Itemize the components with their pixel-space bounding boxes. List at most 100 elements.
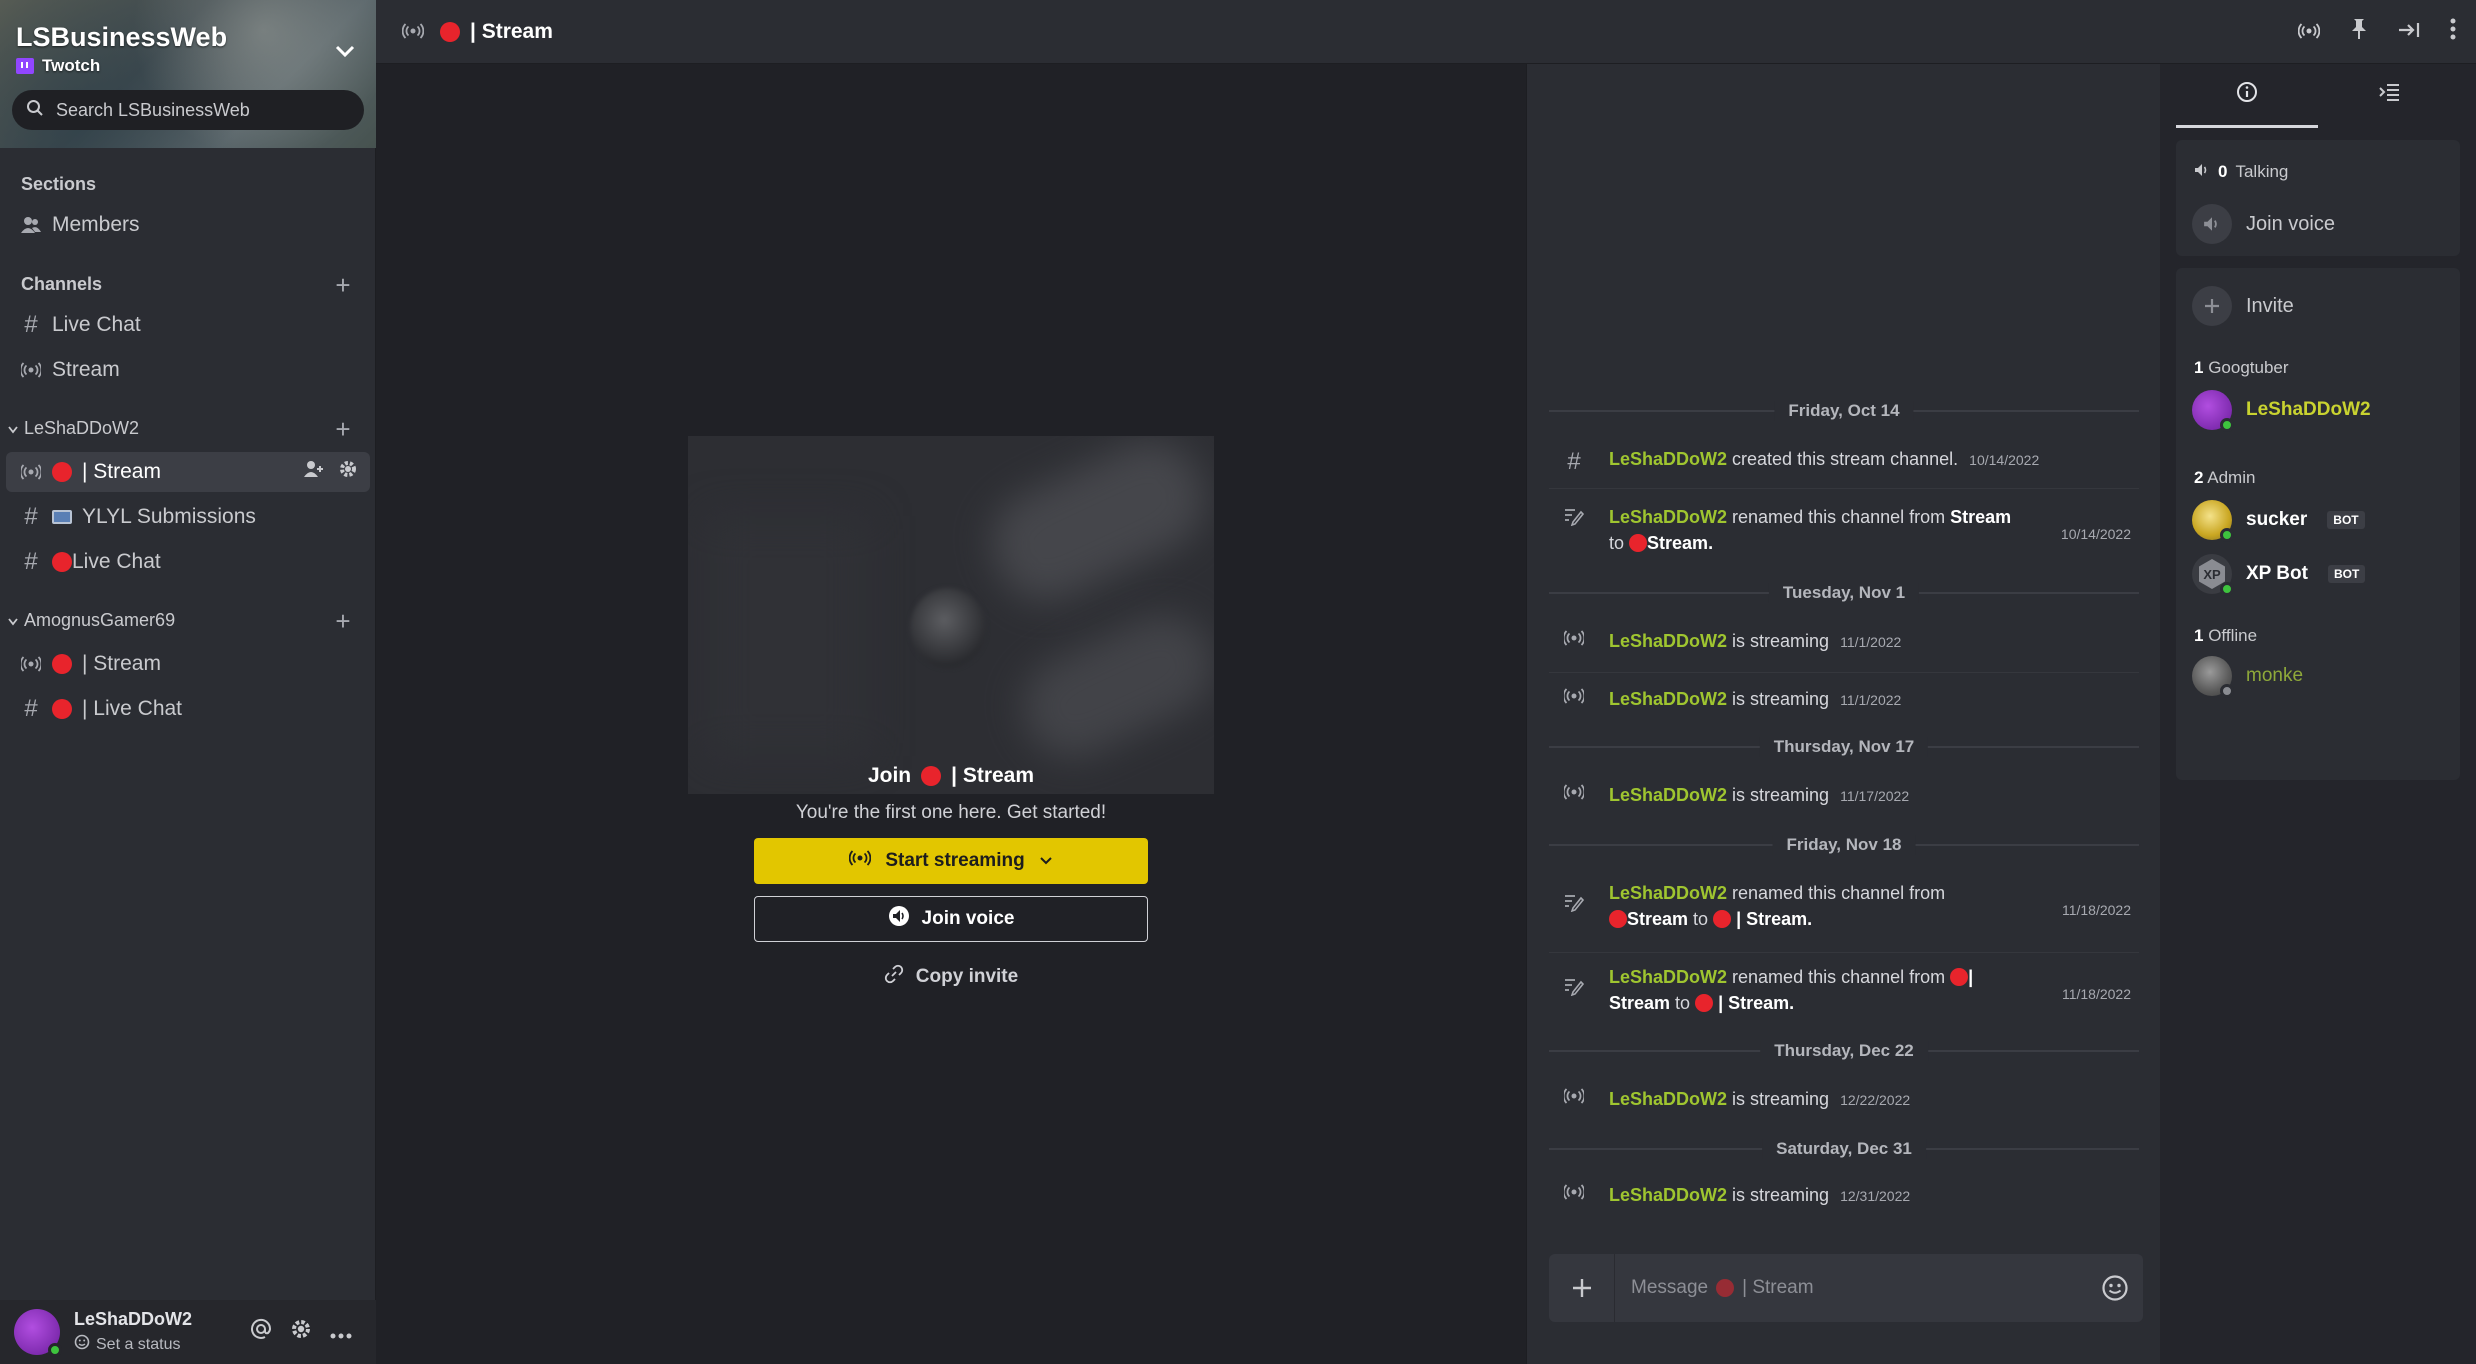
message-timestamp: 12/22/2022 [1840, 1092, 1911, 1108]
new-channel-name: Stream. [1647, 533, 1714, 553]
add-channel-button[interactable]: + [331, 606, 355, 636]
members-label: Members [52, 213, 140, 236]
stream-stage: Join | Stream You're the first one here.… [376, 64, 1526, 1364]
sidebar-item-members[interactable]: Members [6, 205, 370, 245]
live-dot-icon [1713, 910, 1732, 928]
date-label: Thursday, Dec 22 [1760, 1041, 1928, 1061]
sidebar-item-live-chat[interactable]: # Live Chat [6, 305, 370, 345]
start-streaming-button[interactable]: Start streaming [754, 838, 1148, 884]
group-leshaddow2[interactable]: LeShaDDoW2 [8, 418, 139, 439]
members-card: Invite 1 Googtuber LeShaDDoW2 2 Admin su… [2176, 268, 2460, 780]
emoji-button[interactable] [2087, 1274, 2143, 1302]
member-item[interactable]: sucker BOT [2192, 500, 2365, 542]
broadcast-icon [1549, 1182, 1599, 1200]
group-amognusgamer69[interactable]: AmognusGamer69 [8, 610, 175, 631]
search-box[interactable] [12, 90, 364, 130]
member-item[interactable]: LeShaDDoW2 [2192, 390, 2371, 432]
join-channel: | Stream [951, 764, 1035, 787]
message-text: is streaming [1732, 631, 1830, 651]
channel-label: YLYL Submissions [82, 505, 256, 528]
broadcast-icon [1549, 628, 1599, 646]
role-header: 1 Googtuber [2194, 358, 2289, 378]
hash-icon: # [24, 695, 38, 722]
channel-title: | Stream [470, 19, 553, 43]
gear-icon[interactable] [338, 459, 358, 485]
role-header: 1 Offline [2194, 626, 2257, 646]
join-title: Join | Stream [376, 764, 1526, 788]
message-body: LeShaDDoW2 is streaming 12/22/2022 [1599, 1086, 2139, 1113]
old-channel-name: Stream [1627, 909, 1689, 929]
channel-label: | Stream [82, 460, 161, 483]
sidebar-item-live-chat-2[interactable]: # Live Chat [6, 542, 370, 582]
collapse-panel-icon[interactable] [2398, 19, 2420, 45]
more-vertical-icon[interactable] [2450, 18, 2456, 46]
tab-outline[interactable] [2318, 64, 2460, 128]
add-channel-button[interactable]: + [331, 414, 355, 444]
broadcast-icon[interactable] [2297, 19, 2321, 45]
add-channel-button[interactable]: + [331, 270, 355, 300]
user-meta: LeShaDDoW2 Set a status [74, 1309, 192, 1355]
member-item[interactable]: XP XP Bot BOT [2192, 554, 2366, 596]
message-author[interactable]: LeShaDDoW2 [1609, 785, 1727, 805]
add-member-icon[interactable] [304, 460, 324, 484]
member-item[interactable]: monke [2192, 656, 2303, 698]
message-separator [1549, 672, 2139, 673]
member-name: XP Bot [2246, 563, 2308, 584]
search-input[interactable] [56, 99, 336, 121]
attach-button[interactable] [1549, 1254, 1615, 1322]
sidebar-item-live-chat-3[interactable]: # | Live Chat [6, 689, 370, 729]
message-author[interactable]: LeShaDDoW2 [1609, 689, 1727, 709]
message-author[interactable]: LeShaDDoW2 [1609, 631, 1727, 651]
message-input[interactable]: Message | Stream [1615, 1277, 2087, 1299]
old-channel-name: Stream [1609, 993, 1671, 1013]
message-author[interactable]: LeShaDDoW2 [1609, 1089, 1727, 1109]
sidebar-item-ylyl[interactable]: # YLYL Submissions [6, 497, 370, 537]
placeholder-channel: | Stream [1742, 1277, 1814, 1298]
avatar[interactable] [14, 1309, 62, 1357]
join-prefix: Join [867, 764, 912, 787]
copy-invite-button[interactable]: Copy invite [376, 964, 1526, 990]
mention-icon[interactable] [250, 1318, 272, 1346]
message-body: LeShaDDoW2 is streaming 11/17/2022 [1599, 782, 2139, 809]
live-dot-icon [1629, 534, 1648, 552]
tab-info[interactable] [2176, 64, 2318, 128]
join-voice-button[interactable]: Join voice [754, 896, 1148, 942]
members-panel: 0 Talking Join voice Invite 1 Googtuber … [2160, 64, 2476, 1364]
message-text: renamed this channel from [1732, 967, 1946, 987]
message-text: is streaming [1732, 1089, 1830, 1109]
message-timestamp: 11/18/2022 [2061, 986, 2131, 1002]
server-header[interactable]: LSBusinessWeb Twotch [0, 0, 376, 148]
live-dot-icon [52, 654, 72, 674]
gear-icon[interactable] [290, 1318, 312, 1346]
message-author[interactable]: LeShaDDoW2 [1609, 883, 1727, 903]
user-name: LeShaDDoW2 [74, 1309, 193, 1329]
pin-icon[interactable] [2350, 18, 2368, 46]
talking-label: Talking [2235, 162, 2289, 181]
join-voice-label: Join voice [2246, 212, 2335, 235]
role-count: 1 [2194, 358, 2204, 377]
sidebar-item-stream[interactable]: Stream [6, 350, 370, 390]
message-composer[interactable]: Message | Stream [1549, 1254, 2143, 1322]
chevron-down-icon [8, 418, 18, 439]
new-channel-name: | Stream. [1718, 993, 1795, 1013]
message-author[interactable]: LeShaDDoW2 [1609, 507, 1727, 527]
sidebar-item-stream-active[interactable]: | Stream [6, 452, 370, 492]
user-bar: LeShaDDoW2 Set a status [0, 1300, 376, 1364]
topbar-actions [2297, 18, 2456, 46]
date-divider: Thursday, Dec 22 [1549, 1041, 2139, 1061]
more-icon[interactable] [330, 1319, 352, 1345]
message-author[interactable]: LeShaDDoW2 [1609, 449, 1727, 469]
message-author[interactable]: LeShaDDoW2 [1609, 1185, 1727, 1205]
sidebar-item-stream-3[interactable]: | Stream [6, 644, 370, 684]
date-label: Friday, Oct 14 [1774, 401, 1914, 421]
message-author[interactable]: LeShaDDoW2 [1609, 967, 1727, 987]
broadcast-icon [1549, 1086, 1599, 1104]
join-voice-button[interactable]: Join voice [2192, 204, 2335, 244]
invite-button[interactable]: Invite [2192, 286, 2294, 326]
tv-icon [52, 510, 72, 524]
set-status-button[interactable]: Set a status [74, 1334, 192, 1355]
chevron-down-icon[interactable] [334, 40, 356, 62]
status-prompt: Set a status [96, 1335, 181, 1353]
message-text: is streaming [1732, 1185, 1830, 1205]
member-name: sucker [2246, 509, 2308, 530]
